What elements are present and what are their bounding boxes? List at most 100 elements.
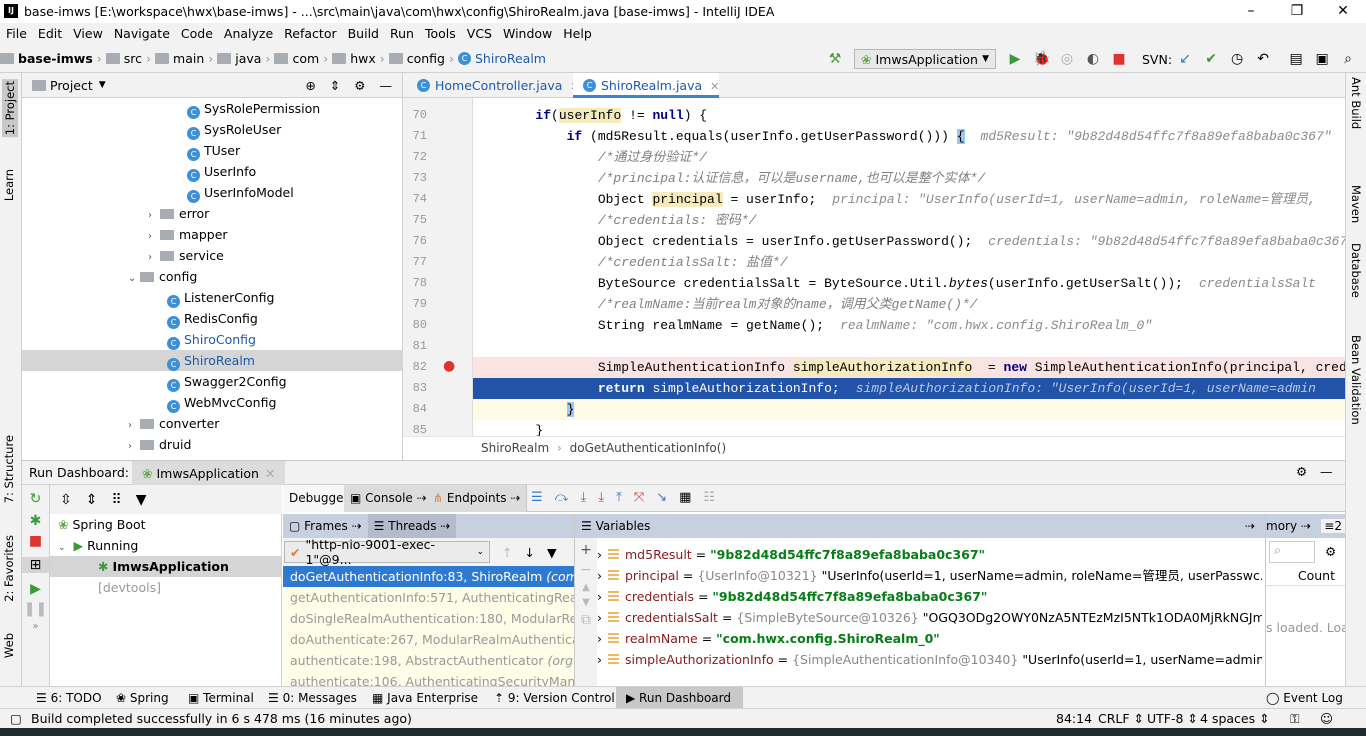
expand-icon[interactable]: › [597,631,602,646]
tab-frames[interactable]: ▢ Frames ⇢ [283,519,368,533]
breadcrumb-item[interactable]: base-imws [18,51,93,66]
stop-icon[interactable]: ■ [22,533,49,549]
chevron-right-icon[interactable]: › [148,226,160,247]
menu-navigate[interactable]: Navigate [114,26,170,41]
locate-icon[interactable]: ⊕ [305,78,315,93]
tool-button-0-messages[interactable]: ☰ 0: Messages [268,687,357,709]
line-separator[interactable]: CRLF ⇕ [1098,711,1144,726]
build-hammer-icon[interactable]: ⚒ [827,51,843,67]
close-tab-icon[interactable]: ✕ [710,80,719,93]
tab-console[interactable]: ▣ Console ⇢ [344,485,434,512]
encoding[interactable]: UTF-8 ⇕ [1147,711,1198,726]
tree-node-spring-boot[interactable]: ❀ Spring Boot [58,514,146,535]
filter-icon[interactable]: ▼ [136,492,147,508]
code-line[interactable]: Object credentials = userInfo.getUserPas… [473,231,1345,252]
menu-view[interactable]: View [73,26,103,41]
chevron-right-icon[interactable]: › [148,205,160,226]
project-view-select[interactable]: Project [50,78,93,93]
hide-icon[interactable]: — [1320,464,1333,479]
drop-frame-icon[interactable]: ⤧ [634,490,644,505]
group-by-icon[interactable]: ⠿ [111,492,121,508]
caret-position[interactable]: 84:14 [1056,711,1092,726]
tool-tab-maven[interactable]: Maven [1349,185,1363,223]
code-line[interactable] [473,336,1345,357]
gear-icon[interactable]: ⚙ [1325,544,1336,559]
stack-frame[interactable]: authenticate:106, AuthenticatingSecurity… [283,671,574,687]
run-icon[interactable]: ▶ [1007,51,1023,67]
stop-icon[interactable]: ■ [1111,51,1127,67]
code-line[interactable]: /*通过身份验证*/ [473,147,1345,168]
remove-watch-icon[interactable]: − [575,562,597,578]
tool-button-terminal[interactable]: ▣ Terminal [188,687,254,709]
app-tab[interactable]: ❀ ImwsApplication ✕ [132,461,286,485]
code-line[interactable]: Object principal = userInfo; principal: "… [473,189,1345,210]
expand-icon[interactable]: › [597,547,602,562]
stack-frame[interactable]: doAuthenticate:267, ModularRealmAuthenti… [283,629,574,650]
tree-item[interactable]: › service [22,245,403,266]
tree-item[interactable]: ⌄ config [22,266,403,287]
hide-icon[interactable]: — [380,78,393,93]
count-column-header[interactable]: Count [1266,565,1345,586]
tree-item[interactable]: C SysRolePermission [22,98,403,119]
breadcrumb-item[interactable]: hwx [350,51,376,66]
menu-window[interactable]: Window [503,26,552,41]
thread-select[interactable]: ✔ "http-nio-9001-exec-1"@9... ⌄ [284,537,490,567]
tool-tab-database[interactable]: Database [1349,243,1363,298]
force-step-into-icon[interactable]: ⤓ [598,490,604,505]
tree-item[interactable]: C WebMvcConfig [22,392,403,413]
menu-tools[interactable]: Tools [425,26,456,41]
tool-tab-learn[interactable]: Learn [2,169,16,201]
tree-item[interactable]: › druid [22,434,403,455]
project-structure-icon[interactable]: ▤ [1288,51,1304,67]
chevron-down-icon[interactable]: ⌄ [128,268,140,289]
indent[interactable]: 4 spaces ⇕ [1200,711,1270,726]
menu-vcs[interactable]: VCS [467,26,492,41]
tool-tab-ant-build[interactable]: Ant Build [1349,77,1363,129]
menu-refactor[interactable]: Refactor [284,26,336,41]
chevron-right-icon[interactable]: › [128,415,140,436]
gear-icon[interactable]: ⚙ [354,78,365,93]
code-line[interactable]: if(userInfo != null) { [473,105,1345,126]
code-line[interactable]: ByteSource credentialsSalt = ByteSource.… [473,273,1345,294]
tree-item[interactable]: C SysRoleUser [22,119,403,140]
sdk-icon[interactable]: ▣ [1314,51,1330,67]
breadcrumb-item[interactable]: src [124,51,142,66]
chevron-down-icon[interactable]: ▼ [99,80,106,90]
breadcrumb-class[interactable]: ShiroRealm [481,441,549,455]
search-everywhere-icon[interactable]: ⌕ [1340,51,1356,67]
history-icon[interactable]: ◷ [1229,51,1245,67]
memory-search-input[interactable]: ⌕ [1269,540,1315,563]
inspector-icon[interactable]: ☺ [1320,711,1333,726]
tool-button-9-version-control[interactable]: ⇡ 9: Version Control [494,687,615,709]
code-line[interactable]: /*realmName:当前realm对象的name，调用父类getName()… [473,294,1345,315]
event-log-button[interactable]: ◯ Event Log [1266,687,1343,709]
tree-item[interactable]: C ListenerConfig [22,287,403,308]
menu-help[interactable]: Help [563,26,592,41]
tool-tab-web[interactable]: Web [2,633,16,658]
tab-threads[interactable]: ☰ Threads ⇢ [367,514,457,538]
step-over-icon[interactable]: ⤼ [555,490,569,505]
coverage-icon[interactable]: ◎ [1059,51,1075,67]
revert-icon[interactable]: ↶ [1255,51,1271,67]
step-into-icon[interactable]: ⤓ [581,490,587,505]
menu-file[interactable]: File [6,26,27,41]
tree-item[interactable]: C UserInfo [22,161,403,182]
add-watch-icon[interactable]: + [575,542,597,558]
variable-row[interactable]: › simpleAuthorizationInfo = {SimpleAuthen… [597,649,1262,670]
tool-tab-favorites[interactable]: 2: Favorites [2,535,16,602]
breadcrumb-item[interactable]: ShiroRealm [475,51,546,66]
menu-analyze[interactable]: Analyze [224,26,273,41]
breadcrumb-item[interactable]: config [407,51,445,66]
debug-icon[interactable]: ✱ [22,513,49,529]
breadcrumb-item[interactable]: com [292,51,319,66]
tree-item[interactable]: › mapper [22,224,403,245]
editor-tab[interactable]: C ShiroRealm.java ✕ [573,73,720,98]
menu-edit[interactable]: Edit [38,26,62,41]
tab-endpoints[interactable]: ⋔ Endpoints ⇢ [427,485,528,512]
variable-row[interactable]: › credentialsSalt = {SimpleByteSource@103… [597,607,1262,628]
copy-icon[interactable]: ⧉ [575,612,597,628]
tree-item[interactable]: C TUser [22,140,403,161]
tab-memory[interactable]: mory [1266,519,1297,533]
tool-button-spring[interactable]: ❀ Spring [116,687,169,709]
expand-icon[interactable]: › [597,610,602,625]
